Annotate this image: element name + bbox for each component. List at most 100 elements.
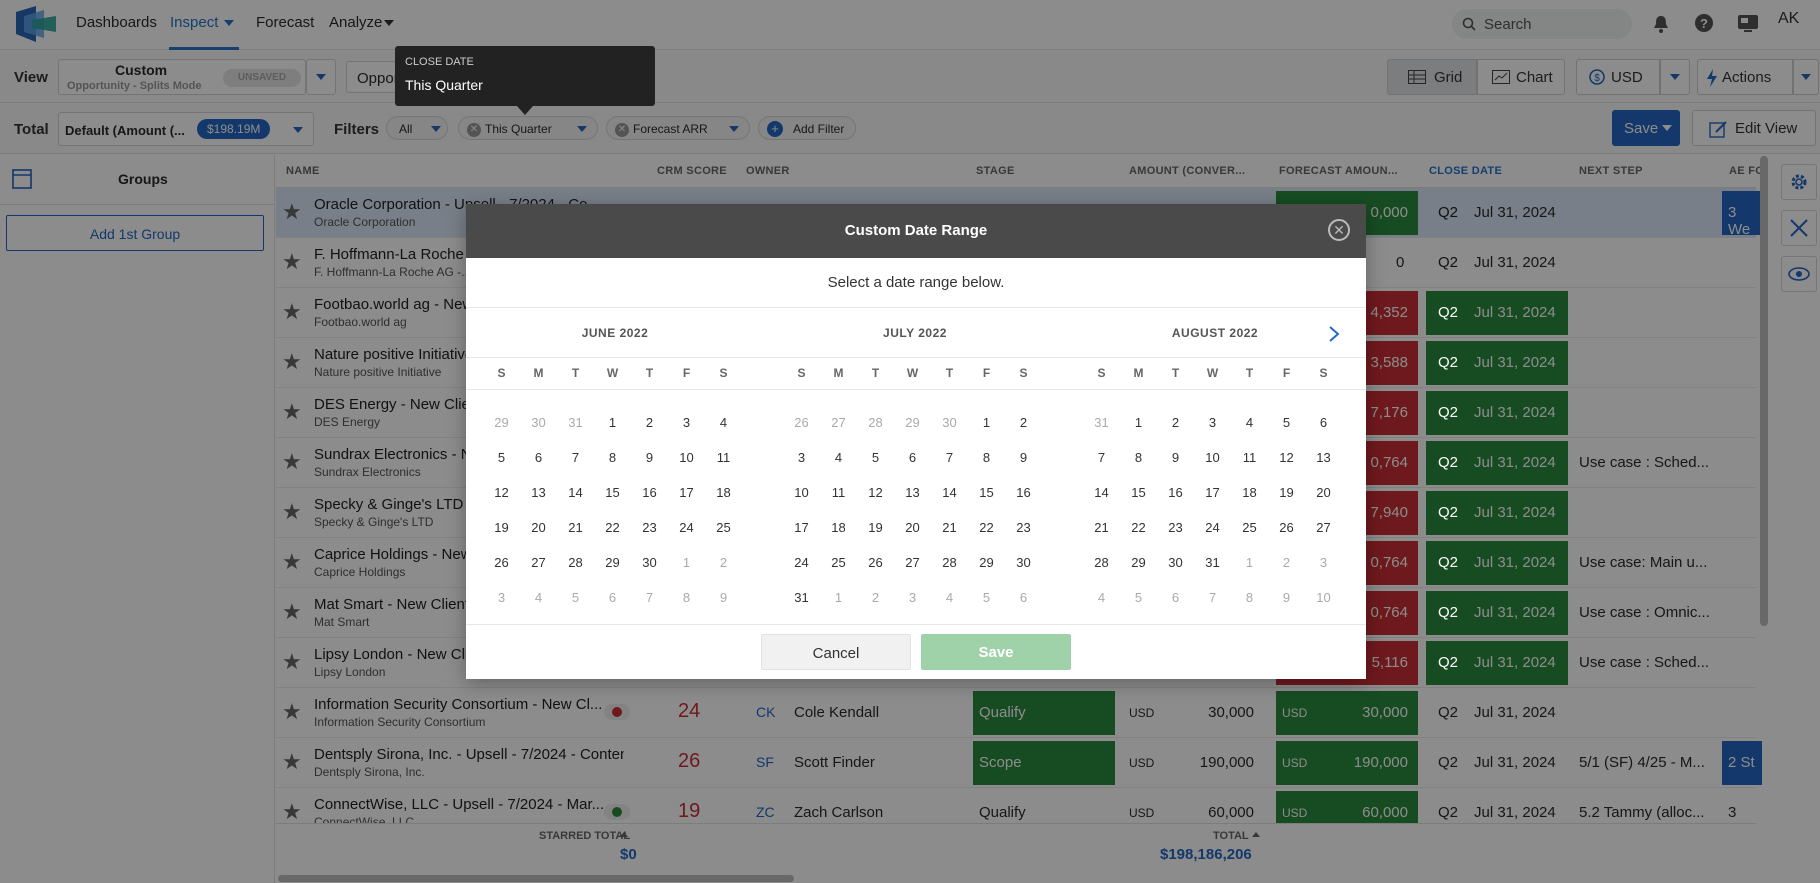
calendar-day[interactable]: 19 (1268, 485, 1305, 500)
calendar-day[interactable]: 12 (483, 485, 520, 500)
calendar-day[interactable]: 3 (894, 590, 931, 605)
calendar-day[interactable]: 8 (668, 590, 705, 605)
calendar-day[interactable]: 5 (1268, 415, 1305, 430)
calendar-day[interactable]: 19 (483, 520, 520, 535)
calendar-day[interactable]: 16 (1157, 485, 1194, 500)
calendar-day[interactable]: 2 (631, 415, 668, 430)
calendar-day[interactable]: 11 (820, 485, 857, 500)
calendar-day[interactable]: 23 (1157, 520, 1194, 535)
calendar-day[interactable]: 25 (705, 520, 742, 535)
calendar-day[interactable]: 4 (1083, 590, 1120, 605)
close-icon[interactable]: ✕ (1328, 219, 1350, 241)
calendar-day[interactable]: 24 (1194, 520, 1231, 535)
calendar-day[interactable]: 30 (1157, 555, 1194, 570)
calendar-day[interactable]: 16 (1005, 485, 1042, 500)
calendar-day[interactable]: 30 (1005, 555, 1042, 570)
calendar-day[interactable]: 7 (931, 450, 968, 465)
calendar-day[interactable]: 17 (783, 520, 820, 535)
calendar-day[interactable]: 18 (820, 520, 857, 535)
calendar-day[interactable]: 28 (557, 555, 594, 570)
calendar-day[interactable]: 27 (894, 555, 931, 570)
calendar-day[interactable]: 4 (820, 450, 857, 465)
calendar-day[interactable]: 1 (668, 555, 705, 570)
calendar-day[interactable]: 10 (668, 450, 705, 465)
calendar-day[interactable]: 10 (783, 485, 820, 500)
calendar-day[interactable]: 1 (968, 415, 1005, 430)
calendar-day[interactable]: 13 (520, 485, 557, 500)
calendar-day[interactable]: 1 (1120, 415, 1157, 430)
cancel-button[interactable]: Cancel (761, 634, 911, 670)
calendar-day[interactable]: 29 (968, 555, 1005, 570)
calendar-day[interactable]: 15 (1120, 485, 1157, 500)
calendar-day[interactable]: 25 (820, 555, 857, 570)
calendar-day[interactable]: 15 (594, 485, 631, 500)
calendar-day[interactable]: 6 (594, 590, 631, 605)
calendar-day[interactable]: 4 (931, 590, 968, 605)
calendar-day[interactable]: 26 (483, 555, 520, 570)
calendar-day[interactable]: 14 (1083, 485, 1120, 500)
calendar-day[interactable]: 7 (1083, 450, 1120, 465)
calendar-day[interactable]: 27 (520, 555, 557, 570)
calendar-day[interactable]: 30 (931, 415, 968, 430)
calendar-day[interactable]: 13 (894, 485, 931, 500)
calendar-day[interactable]: 9 (1005, 450, 1042, 465)
calendar-day[interactable]: 24 (668, 520, 705, 535)
calendar-day[interactable]: 3 (783, 450, 820, 465)
calendar-day[interactable]: 12 (857, 485, 894, 500)
calendar-day[interactable]: 21 (557, 520, 594, 535)
calendar-day[interactable]: 20 (520, 520, 557, 535)
calendar-day[interactable]: 16 (631, 485, 668, 500)
calendar-day[interactable]: 20 (894, 520, 931, 535)
calendar-day[interactable]: 12 (1268, 450, 1305, 465)
calendar-day[interactable]: 7 (631, 590, 668, 605)
calendar-day[interactable]: 11 (1231, 450, 1268, 465)
calendar-day[interactable]: 8 (594, 450, 631, 465)
calendar-day[interactable]: 17 (668, 485, 705, 500)
calendar-day[interactable]: 3 (1305, 555, 1342, 570)
calendar-day[interactable]: 11 (705, 450, 742, 465)
calendar-day[interactable]: 3 (483, 590, 520, 605)
save-button[interactable]: Save (921, 634, 1071, 670)
calendar-day[interactable]: 2 (1157, 415, 1194, 430)
calendar-day[interactable]: 31 (783, 590, 820, 605)
calendar-day[interactable]: 6 (1157, 590, 1194, 605)
calendar-day[interactable]: 30 (520, 415, 557, 430)
calendar-day[interactable]: 10 (1305, 590, 1342, 605)
calendar-day[interactable]: 2 (1005, 415, 1042, 430)
calendar-day[interactable]: 29 (1120, 555, 1157, 570)
calendar-day[interactable]: 1 (594, 415, 631, 430)
calendar-day[interactable]: 2 (857, 590, 894, 605)
calendar-day[interactable]: 5 (483, 450, 520, 465)
calendar-day[interactable]: 5 (1120, 590, 1157, 605)
calendar-day[interactable]: 28 (931, 555, 968, 570)
calendar-day[interactable]: 14 (931, 485, 968, 500)
calendar-day[interactable]: 26 (857, 555, 894, 570)
calendar-day[interactable]: 23 (1005, 520, 1042, 535)
calendar-day[interactable]: 17 (1194, 485, 1231, 500)
calendar-day[interactable]: 10 (1194, 450, 1231, 465)
calendar-day[interactable]: 22 (968, 520, 1005, 535)
calendar-day[interactable]: 27 (1305, 520, 1342, 535)
calendar-day[interactable]: 7 (557, 450, 594, 465)
calendar-day[interactable]: 6 (894, 450, 931, 465)
calendar-day[interactable]: 13 (1305, 450, 1342, 465)
calendar-day[interactable]: 27 (820, 415, 857, 430)
calendar-day[interactable]: 2 (705, 555, 742, 570)
calendar-day[interactable]: 9 (705, 590, 742, 605)
calendar-day[interactable]: 28 (857, 415, 894, 430)
calendar-day[interactable]: 20 (1305, 485, 1342, 500)
calendar-day[interactable]: 9 (1157, 450, 1194, 465)
calendar-day[interactable]: 15 (968, 485, 1005, 500)
calendar-day[interactable]: 8 (1231, 590, 1268, 605)
calendar-day[interactable]: 2 (1268, 555, 1305, 570)
calendar-day[interactable]: 19 (857, 520, 894, 535)
calendar-day[interactable]: 29 (894, 415, 931, 430)
calendar-day[interactable]: 22 (1120, 520, 1157, 535)
calendar-day[interactable]: 31 (1194, 555, 1231, 570)
calendar-day[interactable]: 3 (668, 415, 705, 430)
calendar-day[interactable]: 23 (631, 520, 668, 535)
calendar-day[interactable]: 14 (557, 485, 594, 500)
calendar-day[interactable]: 21 (1083, 520, 1120, 535)
calendar-day[interactable]: 22 (594, 520, 631, 535)
calendar-day[interactable]: 3 (1194, 415, 1231, 430)
